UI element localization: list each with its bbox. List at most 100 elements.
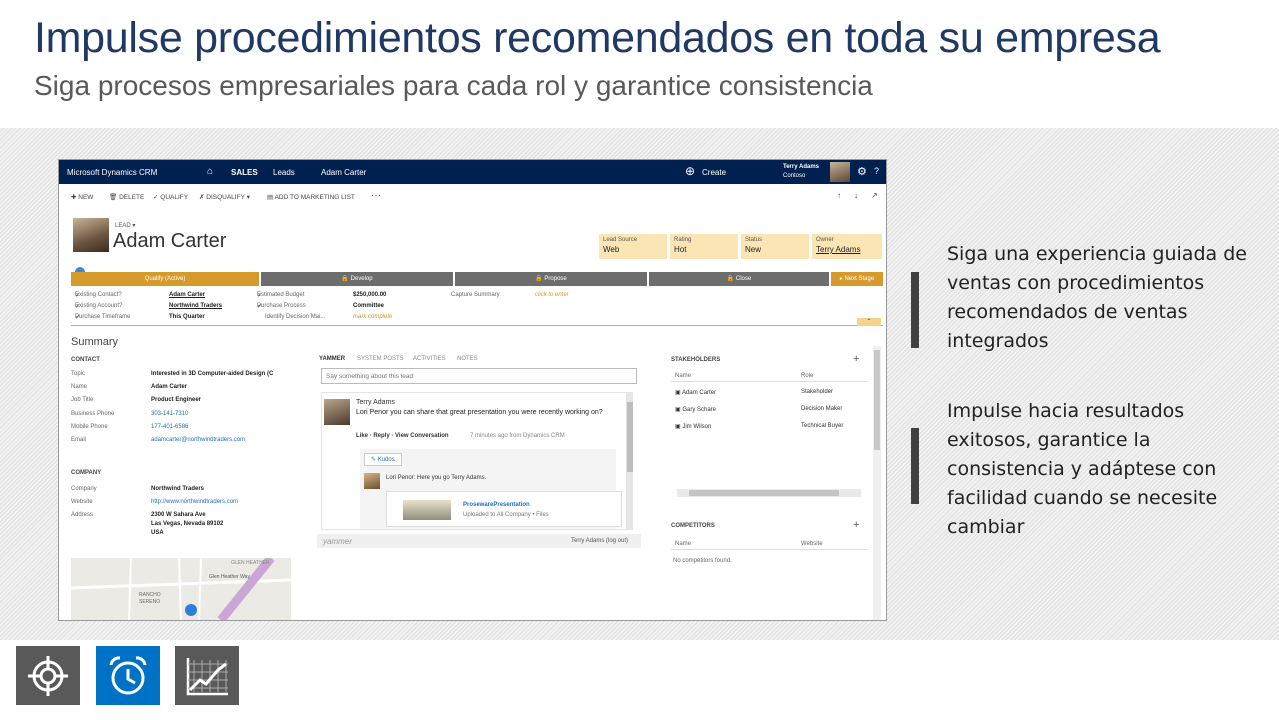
user-avatar[interactable] bbox=[830, 162, 850, 182]
tab-yammer[interactable]: YAMMER bbox=[319, 356, 345, 362]
contact-name-value[interactable]: Adam Carter bbox=[151, 384, 187, 390]
add-competitor-icon[interactable]: + bbox=[853, 519, 859, 531]
stage-close[interactable]: 🔒 Close bbox=[649, 272, 829, 286]
cmd-new[interactable]: ✚ NEW bbox=[71, 193, 93, 201]
crm-screenshot: Microsoft Dynamics CRM ⌂ SALES Leads Ada… bbox=[58, 159, 887, 621]
contact-email-value[interactable]: adamcarter@northwindtraders.com bbox=[151, 437, 245, 443]
add-stakeholder-icon[interactable]: + bbox=[853, 353, 859, 365]
company-address-line1[interactable]: 2300 W Sahara Ave bbox=[151, 512, 206, 518]
tab-activities[interactable]: ACTIVITIES bbox=[413, 356, 446, 362]
cmd-qualify[interactable]: ✓ QUALIFY bbox=[153, 193, 188, 201]
user-name: Terry Adams bbox=[783, 164, 820, 170]
tab-notes[interactable]: NOTES bbox=[457, 356, 478, 362]
stakeholder-row[interactable]: ▣ Adam Carter bbox=[675, 389, 716, 396]
reply-block: ✎ Kudos Lori Penor: Here you go Terry Ad… bbox=[360, 449, 622, 529]
competitors-header-row: Name Website bbox=[671, 538, 867, 550]
brand-label[interactable]: Microsoft Dynamics CRM bbox=[67, 168, 157, 177]
alarm-clock-icon bbox=[96, 646, 160, 705]
stage-qualify[interactable]: Qualify (Active) bbox=[71, 272, 259, 286]
step-purchase-process-value[interactable]: Committee bbox=[353, 303, 384, 309]
header-field-status[interactable]: Status New bbox=[741, 234, 809, 259]
bullet-text: Impulse hacia resultados exitosos, garan… bbox=[947, 400, 1218, 538]
nav-sales[interactable]: SALES bbox=[231, 168, 258, 177]
yammer-user[interactable]: Terry Adams (log out) bbox=[571, 538, 628, 544]
stakeholder-role[interactable]: Technical Buyer bbox=[801, 423, 843, 429]
header-field-rating[interactable]: Rating Hot bbox=[670, 234, 738, 259]
company-address-line3[interactable]: USA bbox=[151, 530, 164, 536]
popout-icon[interactable]: ↗ bbox=[871, 191, 878, 200]
competitors-heading: COMPETITORS bbox=[671, 523, 715, 529]
tab-system-posts[interactable]: SYSTEM POSTS bbox=[357, 356, 404, 362]
yammer-post-input[interactable] bbox=[321, 368, 637, 384]
yammer-footer: yammer Terry Adams (log out) bbox=[317, 534, 641, 548]
header-field-lead-source[interactable]: Lead Source Web bbox=[599, 234, 667, 259]
company-name-value[interactable]: Northwind Traders bbox=[151, 486, 204, 492]
step-click-to-enter[interactable]: click to enter bbox=[535, 292, 569, 298]
post-actions[interactable]: Like · Reply · View Conversation bbox=[356, 433, 449, 439]
map-label-rancho: RANCHO bbox=[139, 592, 161, 598]
nav-leads[interactable]: Leads bbox=[273, 168, 295, 177]
map-graphic bbox=[71, 558, 291, 620]
cmd-disqualify[interactable]: ✗ DISQUALIFY ▾ bbox=[199, 193, 250, 201]
address-map[interactable]: RANCHO SERENO Glen Heather Way GLEN HEAT… bbox=[71, 558, 291, 620]
competitors-col-name[interactable]: Name bbox=[675, 541, 691, 547]
step-existing-account-value[interactable]: Northwind Traders bbox=[169, 303, 222, 309]
file-name[interactable]: ProsewarePresentation bbox=[463, 502, 530, 508]
company-address-label: Address bbox=[71, 512, 94, 518]
contact-jobtitle-value[interactable]: Product Engineer bbox=[151, 397, 201, 403]
company-address-line2[interactable]: Las Vegas, Nevada 89102 bbox=[151, 521, 223, 527]
contact-topic-value[interactable]: Interested in 3D Computer-aided Design (… bbox=[151, 371, 273, 377]
stakeholders-col-role[interactable]: Role bbox=[801, 373, 813, 379]
contact-mobile-phone-label: Mobile Phone bbox=[71, 424, 108, 430]
user-org: Contoso bbox=[783, 173, 806, 179]
record-header: LEAD ▾ Adam Carter Lead Source Web Rating… bbox=[59, 208, 886, 268]
more-icon[interactable]: ··· bbox=[371, 190, 381, 201]
collapse-icon[interactable]: ⌃ bbox=[857, 318, 881, 326]
contact-topic-label: Topic bbox=[71, 371, 86, 377]
contact-mobile-phone-value[interactable]: 177-401-6586 bbox=[151, 424, 188, 430]
lead-photo bbox=[73, 218, 109, 252]
growth-chart-icon bbox=[175, 646, 239, 705]
post-author[interactable]: Terry Adams bbox=[356, 399, 395, 406]
stage-propose[interactable]: 🔒 Propose bbox=[455, 272, 647, 286]
map-label-sereno: SERENO bbox=[139, 599, 161, 605]
help-icon[interactable]: ? bbox=[874, 166, 879, 176]
company-name-label: Company bbox=[71, 486, 97, 492]
stakeholders-header-row: Name Role bbox=[671, 370, 867, 382]
header-field-owner[interactable]: Owner Terry Adams bbox=[812, 234, 882, 259]
file-attachment[interactable]: ProsewarePresentation Uploaded to All Co… bbox=[386, 491, 622, 527]
lead-name: Adam Carter bbox=[113, 230, 227, 252]
bullet-bar bbox=[911, 428, 919, 504]
slide-subtitle: Siga procesos empresariales para cada ro… bbox=[34, 70, 873, 101]
step-purchase-timeframe-value[interactable]: This Quarter bbox=[169, 314, 205, 320]
cmd-add-marketing[interactable]: ▤ ADD TO MARKETING LIST bbox=[267, 193, 355, 201]
process-stages: Qualify (Active) 🔒 Develop 🔒 Propose 🔒 C… bbox=[71, 265, 883, 286]
stakeholders-col-name[interactable]: Name bbox=[675, 373, 691, 379]
next-stage-button[interactable]: ▸ Next Stage bbox=[831, 272, 883, 286]
kudos-badge[interactable]: ✎ Kudos bbox=[364, 453, 402, 466]
stakeholder-role[interactable]: Decision Maker bbox=[801, 406, 842, 412]
step-existing-contact-value[interactable]: Adam Carter bbox=[169, 292, 205, 298]
stakeholder-role[interactable]: Stakeholder bbox=[801, 389, 833, 395]
stakeholder-row[interactable]: ▣ Jim Wilson bbox=[675, 423, 711, 430]
nav-record[interactable]: Adam Carter bbox=[321, 168, 366, 177]
company-website-value[interactable]: http://www.northwindtraders.com bbox=[151, 499, 238, 505]
stakeholder-row[interactable]: ▣ Gary Schare bbox=[675, 406, 716, 413]
stakeholders-hscrollbar[interactable] bbox=[677, 489, 861, 497]
contact-name-label: Name bbox=[71, 384, 88, 390]
gear-icon[interactable]: ⚙ bbox=[857, 165, 867, 178]
home-icon[interactable]: ⌂ bbox=[207, 166, 213, 177]
yammer-scrollbar[interactable] bbox=[627, 392, 633, 530]
create-button[interactable]: Create bbox=[702, 168, 726, 177]
create-icon[interactable]: ⊕ bbox=[685, 164, 695, 178]
slide-title: Impulse procedimientos recomendados en t… bbox=[34, 14, 1161, 62]
step-estimated-budget-value[interactable]: $250,000.00 bbox=[353, 292, 386, 298]
down-arrow-icon[interactable]: ↓ bbox=[854, 191, 858, 200]
stage-develop[interactable]: 🔒 Develop bbox=[261, 272, 453, 286]
step-mark-complete[interactable]: mark complete bbox=[353, 314, 392, 320]
contact-business-phone-value[interactable]: 303-141-7310 bbox=[151, 411, 188, 417]
cmd-delete[interactable]: 🗑 DELETE bbox=[109, 193, 144, 201]
up-arrow-icon[interactable]: ↑ bbox=[837, 191, 841, 200]
competitors-col-website[interactable]: Website bbox=[801, 541, 823, 547]
page-scrollbar[interactable] bbox=[873, 346, 881, 620]
